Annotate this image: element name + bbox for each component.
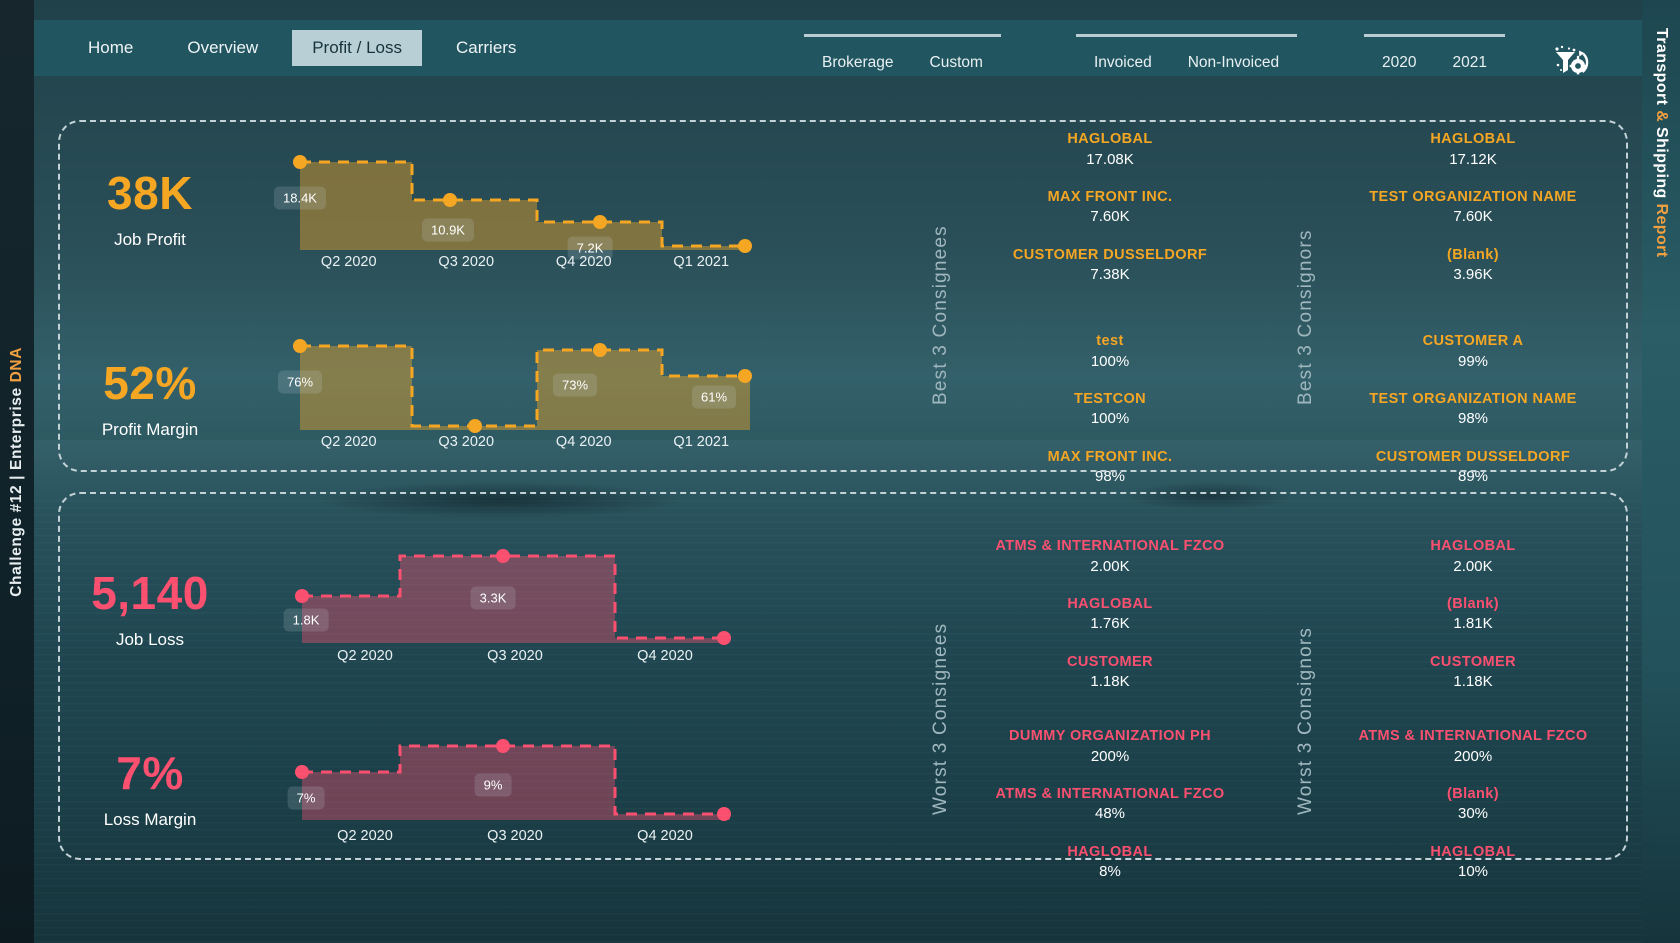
nav-tab-overview[interactable]: Overview xyxy=(167,30,278,66)
profit-panel xyxy=(58,120,1628,472)
left-brand-text: Challenge #12 | Enterprise DNA xyxy=(8,347,26,597)
left-brand-rail: Challenge #12 | Enterprise DNA xyxy=(0,0,34,943)
slicer-job-type: Brokerage Custom xyxy=(804,34,1001,78)
report-title-accent2: Report xyxy=(1653,203,1670,258)
slicer-option-custom[interactable]: Custom xyxy=(912,38,1001,78)
report-title: Transport & Shipping Report xyxy=(1652,28,1670,258)
right-report-rail: Transport & Shipping Report xyxy=(1642,0,1680,943)
slicer-invoice-status: Invoiced Non-Invoiced xyxy=(1076,34,1298,78)
slicer-year: 2020 2021 xyxy=(1364,34,1505,78)
dashboard-page: Challenge #12 | Enterprise DNA Transport… xyxy=(0,0,1680,943)
rank-value: 8% xyxy=(1099,863,1121,881)
nav-tab-list: Home Overview Profit / Loss Carriers xyxy=(34,20,550,76)
slicer-invoice-underline xyxy=(1076,34,1298,37)
report-title-ampersand: & xyxy=(1653,110,1670,123)
slicer-option-invoiced[interactable]: Invoiced xyxy=(1076,38,1170,78)
nav-tab-home[interactable]: Home xyxy=(68,30,153,66)
slicer-job-type-underline xyxy=(804,34,1001,37)
slicer-option-2021[interactable]: 2021 xyxy=(1434,38,1504,78)
nav-tab-carriers[interactable]: Carriers xyxy=(436,30,536,66)
slicer-year-underline xyxy=(1364,34,1505,37)
nav-tab-profit-loss[interactable]: Profit / Loss xyxy=(292,30,422,66)
top-navigation-bar: Home Overview Profit / Loss Carriers Bro… xyxy=(34,20,1642,76)
left-brand-plain: Challenge #12 | Enterprise xyxy=(8,382,25,597)
slicer-option-brokerage[interactable]: Brokerage xyxy=(804,38,912,78)
report-title-part2: Shipping xyxy=(1653,122,1670,204)
slicer-option-2020[interactable]: 2020 xyxy=(1364,38,1434,78)
filter-reset-icon[interactable] xyxy=(1548,40,1594,86)
left-brand-accent: DNA xyxy=(8,346,25,382)
rank-value: 10% xyxy=(1457,863,1489,881)
report-title-part1: Transport xyxy=(1653,28,1670,111)
slicer-option-non-invoiced[interactable]: Non-Invoiced xyxy=(1170,38,1297,78)
loss-panel xyxy=(58,492,1628,860)
